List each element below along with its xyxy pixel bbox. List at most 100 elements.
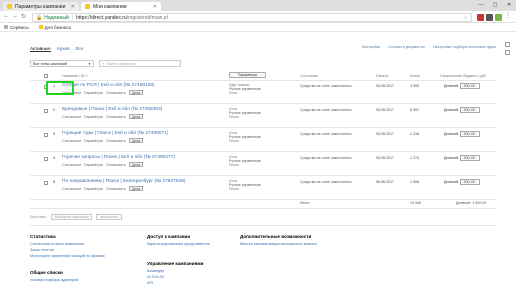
reload-icon[interactable]: ↻ <box>21 13 26 20</box>
campaign-state: Сети Ручное управление Поиск <box>229 179 261 192</box>
stop-link[interactable]: Остановить <box>106 91 126 95</box>
tab-active[interactable]: Активные <box>30 46 51 52</box>
totals-clicks: 15 946 <box>410 201 421 205</box>
column-budget: Ограничение бюджета, руб. <box>440 74 487 78</box>
money-status: Средства на счете закончились <box>300 132 352 136</box>
campaign-links: Статистика Параметры Остановить Цена <box>62 186 144 191</box>
settings-link[interactable]: Настройки <box>362 45 381 49</box>
forward-icon[interactable]: → <box>12 13 18 19</box>
bookmark-star-icon[interactable]: ☆ <box>464 15 468 21</box>
close-icon[interactable]: ✕ <box>153 4 157 10</box>
stop-link[interactable]: Остановить <box>106 187 126 191</box>
select-campaigns-dropdown[interactable]: Выберите кампании <box>50 214 93 220</box>
clicks-value: 6 357 <box>410 108 419 112</box>
money-status: Средства на счете закончились <box>300 84 352 88</box>
params-link[interactable]: Параметры <box>84 187 103 191</box>
campaign-title-link[interactable]: По направлениям | Поиск | Екатеринбург (… <box>62 179 185 184</box>
stats-link[interactable]: Статистика <box>62 187 81 191</box>
params-link[interactable]: Параметры <box>84 115 103 119</box>
extension-icon[interactable] <box>495 14 502 21</box>
campaign-state: Сети Ручное управление Поиск <box>229 131 261 144</box>
campaign-title-link[interactable]: Брендовые | Поиск | Екб и обл (№ 2746848… <box>62 107 162 112</box>
tab-label: Мои кампании <box>93 3 127 10</box>
budget-mode: Дневной <box>444 132 459 136</box>
yandex-favicon-icon <box>7 4 12 9</box>
footer-link[interactable]: Зарегистрированные представители <box>147 241 210 247</box>
money-status: Средства на счете закончились <box>300 180 352 184</box>
campaign-title-link[interactable]: Горящие туры | Поиск | Екб и обл (№ 2746… <box>62 131 168 136</box>
menu-icon[interactable]: ⋮ <box>505 12 511 19</box>
select-all-checkbox[interactable] <box>44 74 48 78</box>
price-button[interactable]: Цена <box>128 186 144 191</box>
budget-mode: Дневной <box>444 156 459 160</box>
column-start[interactable]: Начало <box>376 74 389 78</box>
maximize-icon[interactable]: ▢ <box>488 0 502 9</box>
bookmark-services[interactable]: Сервисы <box>4 25 29 30</box>
params-link[interactable]: Параметры <box>84 91 103 95</box>
tool-icon[interactable] <box>505 50 510 55</box>
stop-link[interactable]: Остановить <box>106 163 126 167</box>
campaign-title-link[interactable]: Сетями по РСЯ | Екб и обл (№ 27468128) <box>62 83 155 88</box>
search-input[interactable]: ⌕ Найти кампанию <box>99 60 181 67</box>
url-separator: | <box>71 14 74 21</box>
params-link[interactable]: Параметры <box>84 139 103 143</box>
row-checkbox[interactable] <box>44 157 48 161</box>
tab-label: Параметры кампании <box>15 3 66 10</box>
docs-link[interactable]: Ссылки в документы <box>388 45 425 49</box>
row-number: 4 <box>53 156 56 160</box>
budget-input[interactable]: 300.00 <box>460 155 481 161</box>
clicks-value: 1 506 <box>410 180 419 184</box>
footer-link[interactable]: API <box>147 280 204 286</box>
footer-link[interactable]: Мастер автоматизации вертуальных визиток <box>240 241 317 247</box>
params-button[interactable]: Параметры <box>229 72 266 78</box>
browser-tab-campaigns[interactable]: Мои кампании ✕ <box>81 2 161 11</box>
campaign-title-link[interactable]: Горячие запросы | Поиск | Екб и обл (№ 2… <box>62 155 175 160</box>
price-button[interactable]: Цена <box>128 114 144 119</box>
row-checkbox[interactable] <box>44 109 48 113</box>
campaign-links: Статистика Параметры Остановить Цена <box>62 138 144 143</box>
column-state: Состояние <box>300 74 318 78</box>
footer-lists: Общие списки Условия подбора аудитории <box>30 270 78 283</box>
phrase-settings-link[interactable]: Настройки подбора ключевых фраз <box>433 45 496 49</box>
row-checkbox[interactable] <box>44 181 48 185</box>
minimize-icon[interactable]: — <box>474 0 488 9</box>
url-field[interactable]: 🔒 Надежный | https://direct.yandex.ru/re… <box>32 13 472 22</box>
price-button[interactable]: Цена <box>128 162 144 167</box>
divider <box>30 103 496 104</box>
campaign-state: Сети Ручное управление Поиск <box>229 155 261 168</box>
money-status: Средства на счете закончились <box>300 156 352 160</box>
stop-link[interactable]: Остановить <box>106 115 126 119</box>
view-tabs: Активные Архив Все <box>30 46 83 52</box>
tool-icon[interactable] <box>505 42 510 47</box>
url-path: /registered/main.pl <box>126 14 168 21</box>
apply-button[interactable]: выполнить <box>96 214 123 220</box>
price-button[interactable]: Цена <box>128 90 144 95</box>
bookmark-business[interactable]: Для бизнеса <box>38 25 71 30</box>
state-extra: Сети <box>229 91 237 96</box>
footer-link[interactable]: Мониторинг изменений позиций по фразам <box>30 253 105 259</box>
close-window-icon[interactable]: ✕ <box>502 0 516 9</box>
campaign-links: Статистика Параметры Остановить Цена <box>62 162 144 167</box>
params-link[interactable]: Параметры <box>84 163 103 167</box>
stats-link[interactable]: Статистика <box>62 139 81 143</box>
close-icon[interactable]: ✕ <box>71 4 75 10</box>
stop-link[interactable]: Остановить <box>106 139 126 143</box>
stats-link[interactable]: Статистика <box>62 115 81 119</box>
row-checkbox[interactable] <box>44 133 48 137</box>
extension-icon[interactable] <box>486 14 493 21</box>
stats-link[interactable]: Статистика <box>62 163 81 167</box>
back-icon[interactable]: ← <box>3 13 9 19</box>
budget-input[interactable]: 300.00 <box>460 107 481 113</box>
browser-tab-params[interactable]: Параметры кампании ✕ <box>3 2 79 11</box>
column-name[interactable]: Название / № 1 <box>62 74 88 78</box>
column-clicks[interactable]: Клики <box>410 74 420 78</box>
tab-archive[interactable]: Архив <box>57 46 70 52</box>
budget-input[interactable]: 300.00 <box>460 179 481 185</box>
price-button[interactable]: Цена <box>128 138 144 143</box>
extension-icon[interactable] <box>477 14 484 21</box>
budget-input[interactable]: 300.00 <box>460 83 481 89</box>
campaign-type-select[interactable]: Все типы кампаний ▼ <box>30 60 94 67</box>
tab-all[interactable]: Все <box>76 46 84 52</box>
budget-input[interactable]: 300.00 <box>460 131 481 137</box>
footer-link[interactable]: Условия подбора аудитории <box>30 277 78 283</box>
